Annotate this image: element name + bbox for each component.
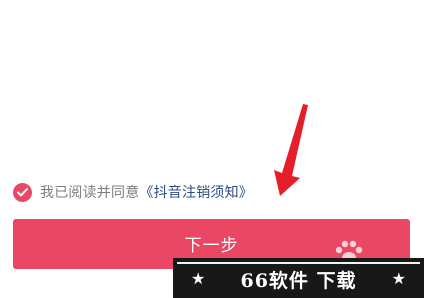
agreement-prefix-text: 我已阅读并同意 <box>40 185 140 201</box>
red-arrow-icon <box>274 104 308 196</box>
star-icon-left: ★ <box>191 269 206 288</box>
agreement-terms-link[interactable]: 《抖音注销须知》 <box>139 182 253 202</box>
agreement-row: 我已阅读并同意 《抖音注销须知》 <box>13 181 253 203</box>
watermark-text: 66软件 下载 <box>240 269 357 292</box>
watermark-inner: ★ 66软件 下载 ★ <box>177 262 420 294</box>
checkbox-checked-icon[interactable] <box>13 182 32 202</box>
star-icon-right: ★ <box>391 269 406 288</box>
watermark-banner: ★ 66软件 下载 ★ <box>173 258 424 298</box>
next-step-button-label: 下一步 <box>184 235 239 256</box>
